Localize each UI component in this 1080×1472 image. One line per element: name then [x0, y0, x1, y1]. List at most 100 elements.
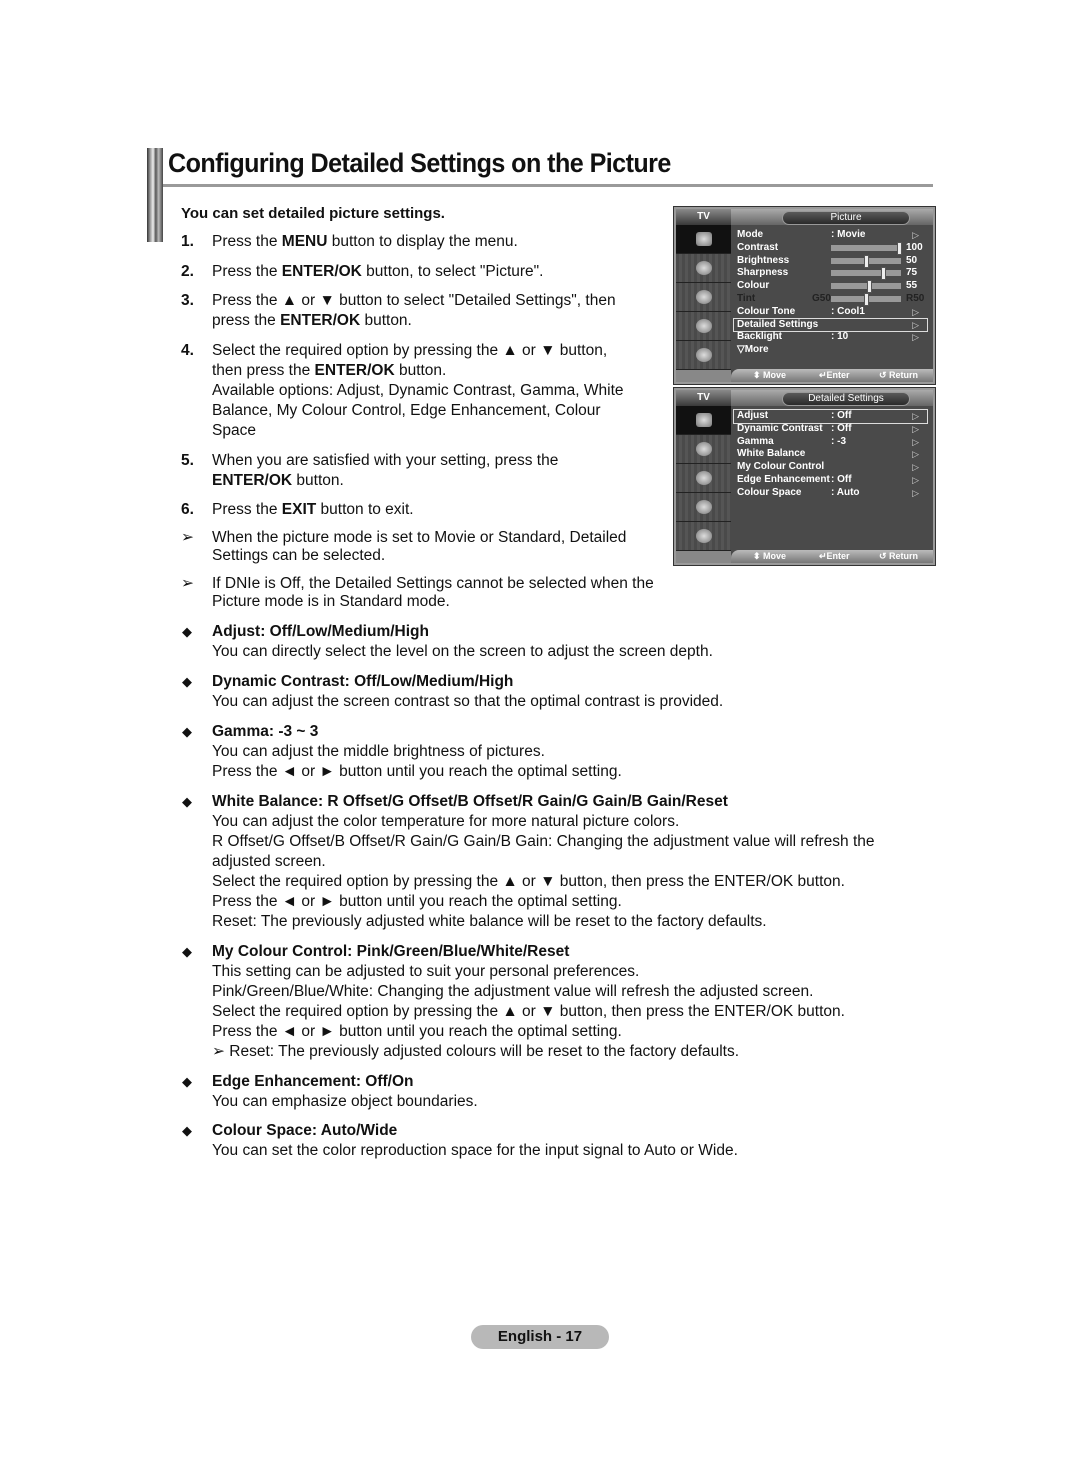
osd-row[interactable]: My Colour Control ▷: [734, 461, 927, 474]
option-line: You can set the color reproduction space…: [212, 1142, 738, 1159]
option-description: You can adjust the color temperature for…: [212, 812, 922, 932]
option-heading: Gamma: -3 ~ 3: [212, 723, 319, 740]
osd-row[interactable]: Dynamic Contrast: Off ▷: [734, 423, 927, 436]
chevron-right-icon: ▷: [912, 319, 919, 330]
chevron-right-icon: ▷: [912, 487, 919, 498]
input-icon[interactable]: [676, 341, 731, 370]
option-line: Reset: The previously adjusted white bal…: [212, 913, 767, 930]
osd-title: Detailed Settings: [782, 392, 910, 406]
slider-knob[interactable]: [864, 254, 869, 268]
osd-row[interactable]: Brightness 50: [734, 254, 927, 268]
osd-detailed-settings-menu: TV Detailed Settings Adjust: Off ▷ Dynamic…: [674, 388, 935, 565]
diamond-bullet-icon: ◆: [182, 944, 192, 959]
option-description: You can set the color reproduction space…: [212, 1141, 922, 1161]
osd-row-value: : Cool1: [831, 305, 865, 317]
osd-row-label: Brightness: [737, 254, 790, 266]
option-heading: Dynamic Contrast: Off/Low/Medium/High: [212, 673, 514, 690]
osd-row[interactable]: Backlight: 10 ▷: [734, 331, 927, 344]
osd-row-label: Colour Tone: [737, 305, 796, 317]
osd-title: Picture: [782, 211, 910, 225]
osd-row[interactable]: Colour Tone : Cool1 ▷: [734, 306, 927, 319]
osd-row-value: : Auto: [831, 486, 860, 498]
option-line: Pink/Green/Blue/White: Changing the adju…: [212, 983, 814, 1000]
input-icon[interactable]: [676, 522, 731, 551]
option-line: You can adjust the color temperature for…: [212, 813, 680, 830]
move-hint: ⬍ Move: [753, 551, 787, 561]
channel-icon[interactable]: [676, 283, 731, 312]
osd-row[interactable]: Colour Space : Auto ▷: [734, 487, 927, 500]
osd-row-label: My Colour Control: [737, 461, 825, 473]
osd-slider-value: 55: [906, 280, 918, 292]
channel-icon[interactable]: [676, 464, 731, 493]
osd-row-label: Colour Space: [737, 486, 802, 498]
osd-row[interactable]: Edge Enhancement: Off ▷: [734, 474, 927, 487]
option-line: R Offset/G Offset/B Offset/R Gain/G Gain…: [212, 833, 875, 870]
option-heading: My Colour Control: Pink/Green/Blue/White…: [212, 943, 570, 960]
picture-icon[interactable]: [676, 225, 731, 254]
option-description: This setting can be adjusted to suit you…: [212, 962, 922, 1062]
osd-tv-label: TV: [676, 209, 731, 225]
tint-left-label: G50: [812, 292, 831, 304]
chevron-right-icon: ▷: [912, 449, 919, 460]
picture-icon[interactable]: [676, 406, 731, 435]
chevron-right-icon: ▷: [912, 230, 919, 240]
option-line: Select the required option by pressing t…: [212, 873, 845, 890]
osd-row[interactable]: Mode: Movie ▷: [734, 229, 927, 242]
slider-knob[interactable]: [867, 280, 873, 294]
osd-slider[interactable]: [831, 254, 901, 268]
intro-text: You can set detailed picture settings.: [181, 205, 445, 222]
slider-knob[interactable]: [880, 267, 886, 281]
osd-row[interactable]: ▽More: [734, 344, 927, 357]
osd-sidebar: [676, 225, 731, 370]
osd-row[interactable]: Gamma: -3 ▷: [734, 436, 927, 449]
osd-slider[interactable]: [831, 280, 901, 294]
osd-row[interactable]: Colour 55: [734, 280, 927, 294]
osd-slider-value: 100: [906, 241, 923, 253]
option-description: You can adjust the middle brightness of …: [212, 742, 922, 782]
osd-row[interactable]: Sharpness 75: [734, 267, 927, 281]
note-arrow-icon: ➢: [181, 575, 194, 592]
return-hint: ↺ Return: [879, 370, 919, 380]
osd-row-label: Adjust: [737, 410, 769, 421]
option-description: You can adjust the screen contrast so th…: [212, 692, 922, 712]
sound-icon[interactable]: [676, 435, 731, 464]
slider-knob[interactable]: [897, 241, 902, 255]
diamond-bullet-icon: ◆: [182, 674, 192, 689]
chevron-right-icon: ▷: [912, 423, 919, 434]
osd-slider[interactable]: [831, 292, 901, 306]
option-heading: White Balance: R Offset/G Offset/B Offse…: [212, 793, 728, 810]
chevron-right-icon: ▷: [912, 411, 919, 421]
option-line: Select the required option by pressing t…: [212, 1003, 845, 1020]
slider-knob[interactable]: [864, 292, 869, 306]
osd-slider[interactable]: [831, 267, 901, 281]
option-line: Press the ◄ or ► button until you reach …: [212, 893, 622, 910]
option-line: Press the ◄ or ► button until you reach …: [212, 1023, 622, 1040]
setup-gear-icon[interactable]: [676, 312, 731, 341]
osd-row[interactable]: White Balance ▷: [734, 448, 927, 461]
chevron-right-icon: ▷: [912, 474, 919, 485]
option-description: You can directly select the level on the…: [212, 642, 922, 662]
chevron-right-icon: ▷: [912, 436, 919, 447]
chevron-right-icon: ▷: [912, 462, 919, 473]
osd-row[interactable]: Contrast 100: [734, 241, 927, 255]
setup-gear-icon[interactable]: [676, 493, 731, 522]
diamond-bullet-icon: ◆: [182, 1123, 192, 1138]
osd-row[interactable]: Tint G50 R50: [734, 292, 927, 306]
option-description: You can emphasize object boundaries.: [212, 1092, 922, 1112]
osd-row-value: : Movie: [831, 229, 866, 240]
return-hint: ↺ Return: [879, 551, 919, 561]
osd-slider-value: 50: [906, 254, 918, 266]
option-heading: Colour Space: Auto/Wide: [212, 1122, 398, 1139]
option-line: You can directly select the level on the…: [212, 643, 713, 660]
osd-slider-value: 75: [906, 267, 918, 279]
osd-footer: ⬍ Move ↵Enter ↺ Return: [731, 550, 933, 563]
diamond-bullet-icon: ◆: [182, 1074, 192, 1089]
chevron-right-icon: ▷: [912, 306, 919, 317]
osd-row-label: Dynamic Contrast: [737, 422, 823, 434]
osd-slider[interactable]: [831, 241, 902, 255]
sound-icon[interactable]: [676, 254, 731, 283]
osd-row[interactable]: Adjust: Off ▷: [733, 409, 928, 424]
osd-row[interactable]: Detailed Settings ▷: [733, 317, 928, 333]
option-heading: Edge Enhancement: Off/On: [212, 1073, 414, 1090]
note-arrow-icon: ➢: [181, 529, 194, 546]
